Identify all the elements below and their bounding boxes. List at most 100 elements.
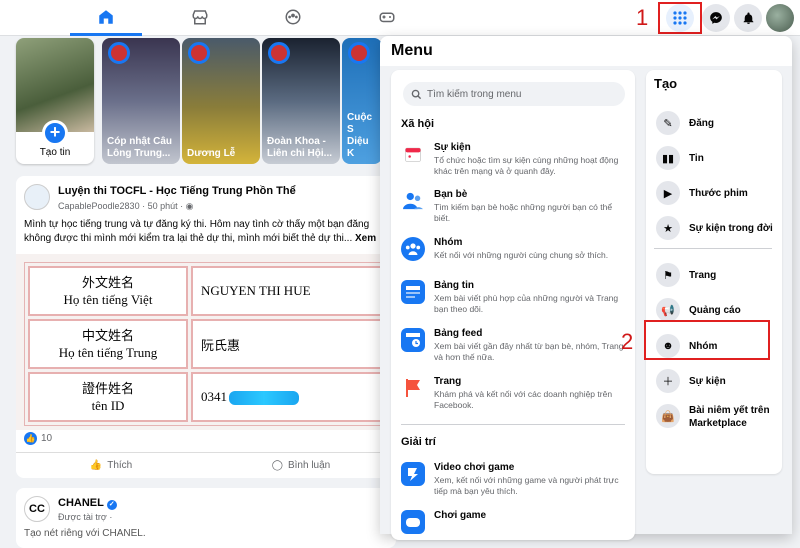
group-avatar[interactable]: [24, 184, 50, 210]
verified-badge-icon: ✓: [106, 500, 117, 510]
gaming-icon[interactable]: [374, 6, 400, 28]
create-life-event-item[interactable]: ★ Sự kiện trong đời: [654, 213, 778, 243]
story-avatar: [348, 42, 370, 64]
table-row: 證件姓名 tên ID 0341: [28, 372, 391, 422]
story-card[interactable]: Dương Lễ: [182, 38, 260, 164]
notifications-button[interactable]: [734, 4, 762, 32]
story-avatar: [108, 42, 130, 64]
redacted-scribble: [229, 391, 299, 405]
post-actions: 👍 Thích ◯ Bình luận: [16, 452, 396, 478]
home-tab-indicator: [70, 33, 142, 36]
home-icon[interactable]: [93, 6, 119, 28]
top-navigation-bar: 1: [0, 0, 800, 36]
post-group-name[interactable]: Luyện thi TOCFL - Học Tiếng Trung Phồn T…: [58, 185, 296, 197]
annotation-step-2: 2: [621, 329, 634, 354]
megaphone-icon: 📢: [656, 298, 680, 322]
avatar[interactable]: [766, 4, 794, 32]
messenger-button[interactable]: [702, 4, 730, 32]
create-marketplace-listing-item[interactable]: 👜 Bài niêm yết trên Marketplace: [654, 401, 778, 435]
create-story-item[interactable]: ▮▮ Tin: [654, 143, 778, 173]
story-label: Cuộc S Diệu K: [347, 112, 372, 159]
annotation-step-1: 1: [636, 5, 649, 30]
calendar-plus-icon: ＋: [656, 369, 680, 393]
menu-item-feed[interactable]: Bảng tin Xem bài viết phù hợp của những …: [401, 280, 629, 314]
menu-item-events[interactable]: Sự kiện Tổ chức hoặc tìm sự kiện cùng nh…: [401, 142, 629, 176]
search-input[interactable]: [427, 88, 617, 100]
reels-icon: ▶: [656, 181, 680, 205]
menu-item-groups[interactable]: Nhóm Kết nối với những người cùng chung …: [401, 237, 629, 267]
post-time[interactable]: 50 phút: [148, 201, 178, 211]
story-profile-image: [16, 38, 94, 132]
story-label: Dương Lễ: [187, 148, 236, 159]
plus-icon: +: [42, 120, 68, 146]
story-label: Cóp nhật Câu Lông Trung...: [107, 136, 172, 159]
star-flag-icon: ★: [656, 216, 680, 240]
menu-item-recent-feed[interactable]: Bảng feed Xem bài viết gần đây nhất từ b…: [401, 328, 629, 364]
thumbs-up-icon: 👍: [89, 460, 103, 471]
post-page-name[interactable]: CHANEL ✓: [58, 497, 117, 510]
grid-icon: [673, 11, 687, 25]
exam-card-table: 外文姓名 Họ tên tiếng Việt NGUYEN THI HUE 中文姓…: [24, 262, 395, 426]
search-icon: [411, 89, 422, 99]
story-label: Đoàn Khoa - Liên chi Hội...: [267, 136, 333, 159]
menu-body: Xã hội Sự kiện Tổ chức hoặc tìm sự kiện …: [380, 66, 792, 540]
marketplace-icon[interactable]: [187, 6, 213, 28]
comment-button[interactable]: ◯ Bình luận: [206, 453, 396, 478]
groups-icon[interactable]: [280, 6, 306, 28]
create-page-item[interactable]: ⚑ Trang: [654, 260, 778, 290]
section-entertainment: Giải trí: [401, 436, 436, 448]
post-author[interactable]: CapablePoodle2830: [58, 201, 140, 211]
story-card[interactable]: Cuộc S Diệu K: [342, 38, 382, 164]
sponsored-post: CC CHANEL ✓ Được tài trợ · Tạo nét riêng …: [16, 488, 396, 548]
reaction-count[interactable]: 👍 10: [24, 432, 52, 445]
like-icon: 👍: [24, 432, 37, 445]
menu-title: Menu: [391, 42, 433, 59]
create-reel-item[interactable]: ▶ Thước phim: [654, 178, 778, 208]
post-image[interactable]: 外文姓名 Họ tên tiếng Việt NGUYEN THI HUE 中文姓…: [16, 254, 396, 430]
menu-search[interactable]: [403, 82, 625, 106]
annotation-box-group: [644, 320, 770, 360]
divider: [401, 424, 625, 425]
flag-icon: [401, 376, 425, 400]
edit-icon: ✎: [656, 111, 680, 135]
divider: [654, 248, 772, 249]
see-more-link[interactable]: Xem: [355, 233, 376, 244]
post-text: Mình tự học tiếng trung và tự đăng ký th…: [24, 219, 377, 244]
bell-icon: [743, 12, 753, 24]
post-meta: CapablePoodle2830 · 50 phút · ◉: [58, 201, 194, 211]
clock-feed-icon: [401, 328, 425, 352]
chanel-logo[interactable]: CC: [24, 496, 50, 522]
menu-item-play-games[interactable]: Chơi game: [401, 510, 629, 534]
menu-item-friends[interactable]: Bạn bè Tìm kiếm bạn bè hoặc những người …: [401, 189, 629, 223]
create-story-card[interactable]: + Tạo tin: [16, 38, 94, 164]
create-event-item[interactable]: ＋ Sự kiện: [654, 366, 778, 396]
friends-icon: [401, 189, 425, 213]
game-icon: [401, 510, 425, 534]
menu-left-column[interactable]: Xã hội Sự kiện Tổ chức hoặc tìm sự kiện …: [391, 70, 635, 540]
comment-icon: ◯: [271, 460, 283, 471]
book-icon: ▮▮: [656, 146, 680, 170]
story-card[interactable]: Cóp nhật Câu Lông Trung...: [102, 38, 180, 164]
groups-icon: [401, 237, 425, 261]
feed-icon: [401, 280, 425, 304]
gaming-video-icon: [401, 462, 425, 486]
menu-grid-button[interactable]: [666, 4, 694, 32]
messenger-icon: [710, 12, 722, 24]
globe-icon: ◉: [185, 201, 194, 211]
section-social: Xã hội: [401, 118, 435, 130]
menu-item-gaming-video[interactable]: Video chơi game Xem, kết nối với những g…: [401, 462, 629, 496]
table-row: 中文姓名 Họ tên tiếng Trung 阮氏惠: [28, 319, 391, 369]
menu-panel: Menu Xã hội Sự kiện Tổ chức hoặc tìm sự …: [380, 36, 792, 540]
calendar-icon: [401, 142, 425, 166]
story-card[interactable]: Đoàn Khoa - Liên chi Hội...: [262, 38, 340, 164]
menu-item-pages[interactable]: Trang Khám phá và kết nối với các doanh …: [401, 376, 629, 410]
flag-icon: ⚑: [656, 263, 680, 287]
shopping-bag-icon: 👜: [656, 404, 680, 428]
create-column: Tạo ✎ Đăng ▮▮ Tin ▶ Thước phim ★ Sự kiện tro…: [646, 70, 782, 474]
create-story-label: Tạo tin: [39, 147, 71, 158]
create-post-item[interactable]: ✎ Đăng: [654, 108, 778, 138]
story-avatar: [268, 42, 290, 64]
create-title: Tạo: [654, 76, 678, 91]
like-button[interactable]: 👍 Thích: [16, 453, 206, 478]
table-row: 外文姓名 Họ tên tiếng Việt NGUYEN THI HUE: [28, 266, 391, 316]
